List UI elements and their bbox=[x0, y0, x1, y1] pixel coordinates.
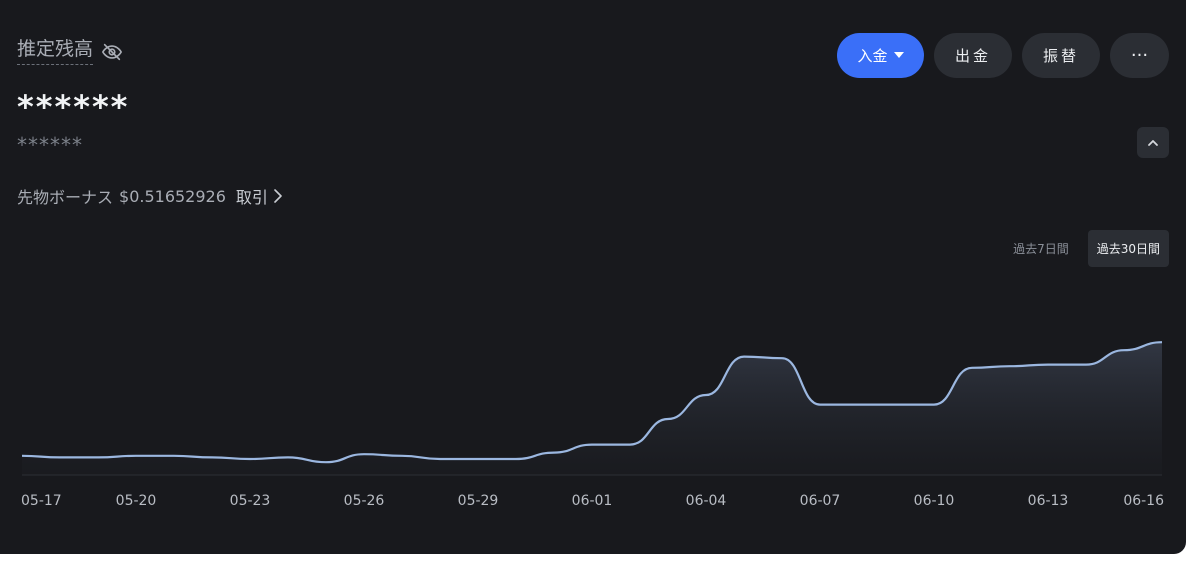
eye-slash-icon[interactable] bbox=[101, 41, 123, 63]
chevron-up-icon bbox=[1148, 139, 1158, 146]
balance-title-text[interactable]: 推定残高 bbox=[17, 38, 94, 65]
action-buttons: 入金 出金 振替 ··· bbox=[837, 33, 1169, 78]
trade-link[interactable]: 取引 bbox=[236, 184, 284, 208]
x-tick-label: 06-04 bbox=[686, 493, 727, 509]
x-tick-label: 05-17 bbox=[21, 493, 62, 509]
range-option-30d[interactable]: 過去30日間 bbox=[1087, 230, 1169, 267]
bonus-label: 先物ボーナス bbox=[17, 188, 114, 207]
time-range-toggle: 過去7日間 過去30日間 bbox=[1004, 230, 1169, 267]
x-tick-label: 06-16 bbox=[1123, 493, 1164, 509]
x-tick-label: 06-01 bbox=[572, 493, 613, 509]
x-tick-label: 05-23 bbox=[230, 493, 271, 509]
transfer-button[interactable]: 振替 bbox=[1022, 33, 1100, 78]
masked-balance: ****** bbox=[17, 88, 130, 126]
more-options-button[interactable]: ··· bbox=[1110, 33, 1169, 78]
x-tick-label: 05-26 bbox=[344, 493, 385, 509]
chart-area-fill bbox=[22, 342, 1162, 475]
balance-history-chart: 05-17 05-20 05-23 05-26 05-29 06-01 06-04 06-07… bbox=[21, 341, 1164, 509]
asset-overview-panel: 推定残高 ****** ****** 先物ボーナス $0.51652926 取引… bbox=[0, 0, 1186, 554]
range-option-7d[interactable]: 過去7日間 bbox=[1004, 230, 1078, 267]
x-tick-label: 06-07 bbox=[800, 493, 841, 509]
futures-bonus-row: 先物ボーナス $0.51652926 取引 bbox=[17, 184, 284, 208]
x-tick-label: 06-13 bbox=[1028, 493, 1069, 509]
trade-link-label: 取引 bbox=[235, 188, 268, 207]
withdraw-button[interactable]: 出金 bbox=[934, 33, 1012, 78]
masked-balance-sub: ****** bbox=[17, 133, 83, 157]
caret-down-icon bbox=[893, 52, 904, 58]
x-tick-label: 05-29 bbox=[458, 493, 499, 509]
bonus-amount: $0.51652926 bbox=[119, 186, 226, 206]
x-tick-label: 05-20 bbox=[116, 493, 157, 509]
deposit-button[interactable]: 入金 bbox=[837, 33, 924, 78]
chevron-right-icon bbox=[274, 189, 282, 203]
balance-title: 推定残高 bbox=[17, 38, 123, 65]
x-tick-label: 06-10 bbox=[914, 493, 955, 509]
collapse-button[interactable] bbox=[1137, 127, 1169, 158]
deposit-label: 入金 bbox=[857, 47, 888, 65]
